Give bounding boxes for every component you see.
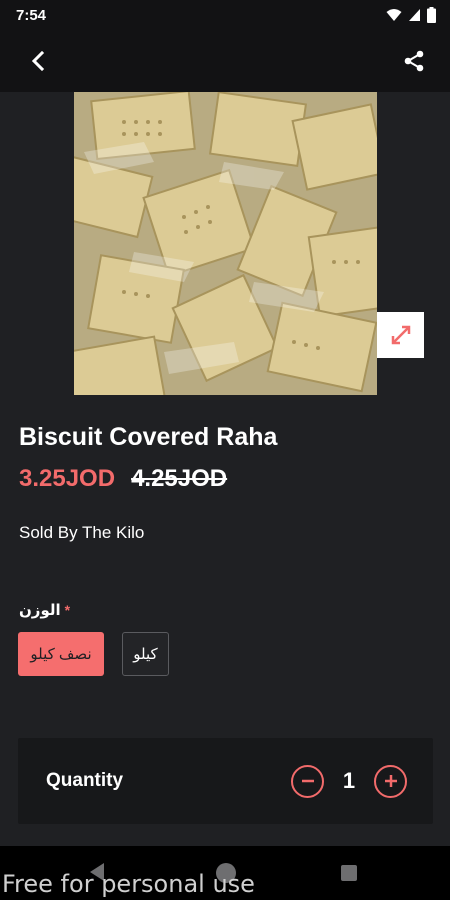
product-title: Biscuit Covered Raha <box>19 423 278 451</box>
battery-icon <box>427 7 436 23</box>
plus-icon <box>384 775 397 787</box>
weight-label-text: الوزن <box>19 602 61 619</box>
weight-option-label: الوزن * <box>19 601 70 619</box>
price-current: 3.25JOD <box>19 465 116 492</box>
quantity-label: Quantity <box>46 770 124 791</box>
quantity-card: Quantity 1 <box>18 738 433 824</box>
quantity-value: 1 <box>342 768 356 793</box>
sold-by-text: Sold By The Kilo <box>19 523 145 542</box>
back-button[interactable] <box>22 45 54 77</box>
nav-recents-icon[interactable] <box>341 865 357 881</box>
share-button[interactable] <box>398 45 430 77</box>
share-icon <box>404 50 424 72</box>
chevron-left-icon <box>31 51 45 71</box>
price-old: 4.25JOD <box>131 465 228 492</box>
expand-icon <box>391 325 410 345</box>
increase-quantity-button[interactable] <box>374 764 407 798</box>
weight-option-kilo[interactable]: كيلو <box>122 632 169 676</box>
watermark-text: Free for personal use <box>2 870 255 898</box>
quantity-stepper: 1 <box>291 764 407 798</box>
price-row: 3.25JOD 4.25JOD <box>19 465 227 493</box>
weight-option-half-kilo[interactable]: نصف كيلو <box>18 632 104 676</box>
cellular-signal-icon <box>409 9 420 21</box>
wifi-icon <box>386 9 402 21</box>
expand-image-button[interactable] <box>377 312 424 358</box>
status-icons <box>386 7 436 23</box>
decrease-quantity-button[interactable] <box>291 764 324 798</box>
app-bar <box>0 30 450 92</box>
status-bar: 7:54 <box>0 0 450 30</box>
status-time: 7:54 <box>16 6 47 24</box>
product-image <box>74 92 377 395</box>
required-mark: * <box>64 602 71 618</box>
minus-icon <box>301 779 314 783</box>
